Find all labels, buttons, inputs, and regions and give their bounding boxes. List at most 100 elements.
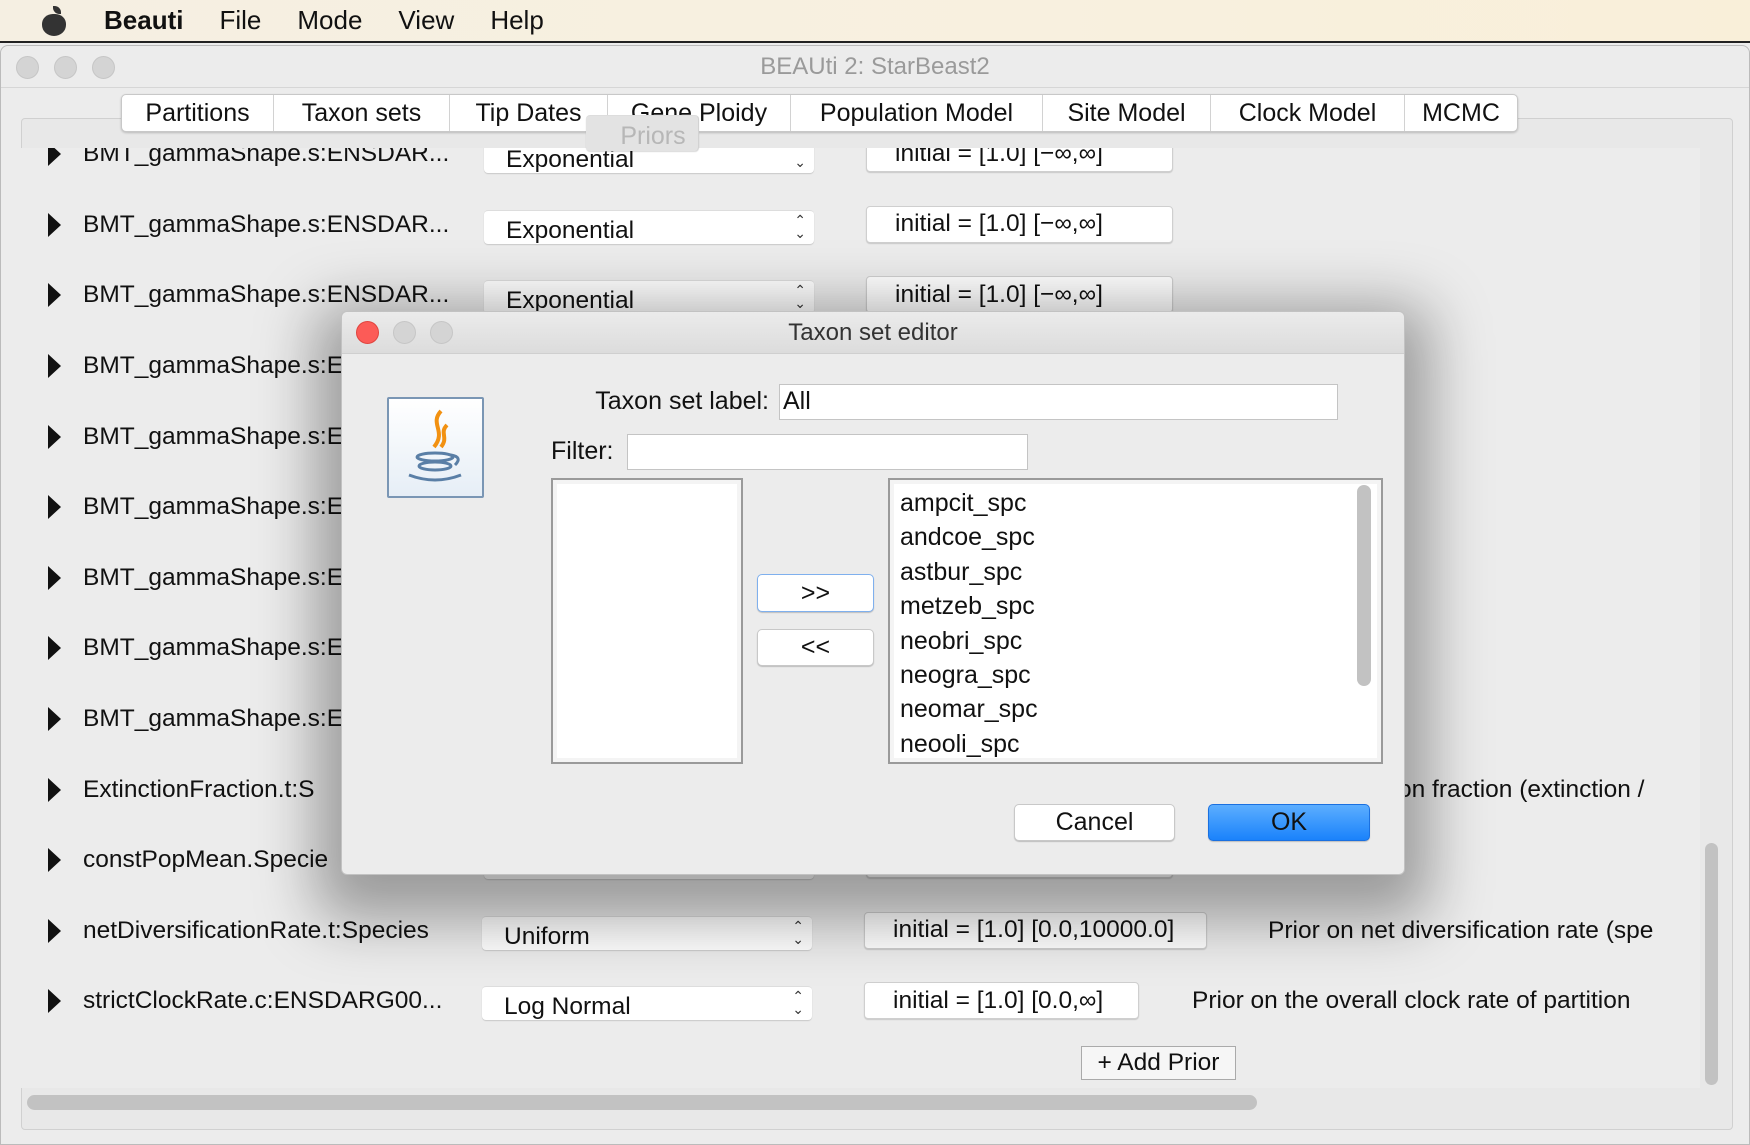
initial-value-button[interactable]: initial = [1.0] [0.0,∞] [864, 982, 1139, 1020]
distribution-select[interactable]: Log Normal ⌃ ⌄ [482, 986, 812, 1021]
taxon-list-item[interactable]: neogra_spc [892, 658, 1381, 692]
close-icon[interactable] [16, 56, 39, 79]
add-prior-button[interactable]: + Add Prior [1081, 1046, 1236, 1080]
select-arrows-icon: ⌃⌄ [794, 282, 806, 312]
expand-triangle-icon[interactable] [48, 848, 61, 873]
distribution-select[interactable]: Exponential ⌃ ⌄ [484, 148, 814, 173]
zoom-icon[interactable] [92, 56, 115, 79]
distribution-value: Uniform [504, 922, 590, 950]
taxon-list-item[interactable]: neooli_spc [892, 727, 1381, 761]
java-icon [387, 397, 484, 498]
taxon-list-item[interactable]: neobri_spc [892, 624, 1381, 658]
select-arrows-icon: ⌃⌄ [794, 211, 806, 241]
ok-button[interactable]: OK [1208, 804, 1370, 841]
expand-triangle-icon[interactable] [48, 707, 61, 732]
prior-label: BMT_gammaShape.s:E [83, 563, 344, 591]
select-arrows-icon: ⌃⌄ [794, 148, 806, 170]
expand-triangle-icon[interactable] [48, 918, 61, 943]
distribution-select[interactable]: Exponential ⌃ ⌄ [484, 280, 814, 315]
taxon-list-item[interactable]: ampcit_spc [892, 486, 1381, 520]
list-scrollbar[interactable] [1357, 485, 1371, 686]
prior-label: BMT_gammaShape.s:E [83, 422, 344, 450]
expand-triangle-icon[interactable] [48, 565, 61, 590]
prior-label: constPopMean.Specie [83, 846, 329, 874]
taxon-list-item[interactable]: metzeb_spc [892, 589, 1381, 623]
prior-description: Prior on net diversification rate (spe [1268, 916, 1654, 944]
expand-triangle-icon[interactable] [48, 354, 61, 379]
prior-description: Prior on the overall clock rate of parti… [1192, 987, 1631, 1015]
expand-triangle-icon[interactable] [48, 283, 61, 308]
taxon-list-item[interactable]: neomar_spc [892, 692, 1381, 726]
tab-population-model[interactable]: Population Model [791, 95, 1043, 131]
prior-label: netDiversificationRate.t:Species [83, 916, 429, 944]
initial-value-button[interactable]: initial = [1.0] [−∞,∞] [866, 205, 1173, 243]
select-arrows-icon: ⌃⌄ [792, 988, 804, 1018]
horizontal-scrollbar[interactable] [27, 1095, 1257, 1110]
expand-triangle-icon[interactable] [48, 212, 61, 237]
taxon-list-item[interactable]: astbur_spc [892, 555, 1381, 589]
filter-input[interactable] [627, 434, 1028, 470]
prior-description: on fraction (extinction / [1398, 775, 1645, 803]
expand-triangle-icon[interactable] [48, 777, 61, 802]
tab-tip-dates[interactable]: Tip Dates [450, 95, 608, 131]
taxon-list-item[interactable]: andcoe_spc [892, 520, 1381, 554]
distribution-value: Log Normal [504, 993, 631, 1021]
tab-clock-model[interactable]: Clock Model [1211, 95, 1405, 131]
tab-mcmc[interactable]: MCMC [1405, 95, 1517, 131]
filter-caption: Filter: [551, 437, 614, 465]
remove-taxa-button[interactable]: << [757, 629, 874, 666]
prior-label: strictClockRate.c:ENSDARG00... [83, 987, 443, 1015]
tab-bar: Partitions Taxon sets Tip Dates Gene Plo… [121, 94, 1518, 151]
minimize-icon[interactable] [54, 56, 77, 79]
tab-taxon-sets[interactable]: Taxon sets [274, 95, 450, 131]
menu-app[interactable]: Beauti [104, 5, 183, 36]
taxon-set-editor-dialog: Taxon set editor Taxon set label: All Fi… [341, 311, 1405, 875]
prior-label: BMT_gammaShape.s:ENSDAR... [83, 281, 450, 309]
tab-priors[interactable]: Priors [586, 115, 699, 151]
prior-label: BMT_gammaShape.s:E [83, 352, 344, 380]
apple-icon[interactable] [38, 5, 78, 36]
prior-label: BMT_gammaShape.s:E [83, 634, 344, 662]
prior-row: BMT_gammaShape.s:ENSDAR... Exponential ⌃ ⌄ i… [20, 190, 1700, 261]
select-arrows-icon: ⌃⌄ [792, 917, 804, 947]
tab-site-model[interactable]: Site Model [1043, 95, 1211, 131]
expand-triangle-icon[interactable] [48, 636, 61, 661]
close-icon[interactable] [356, 321, 379, 344]
vertical-scrollbar[interactable] [1705, 843, 1718, 1085]
prior-label: BMT_gammaShape.s:E [83, 705, 344, 733]
excluded-taxa-list[interactable] [551, 478, 743, 764]
initial-value-button[interactable]: initial = [1.0] [0.0,10000.0] [864, 911, 1207, 949]
minimize-icon [393, 321, 416, 344]
expand-triangle-icon[interactable] [48, 495, 61, 520]
included-taxa-list[interactable]: ampcit_spc andcoe_spc astbur_spc metzeb_spc… [888, 478, 1383, 764]
window-controls [16, 56, 115, 79]
distribution-select[interactable]: Uniform ⌃ ⌄ [482, 915, 812, 950]
distribution-value: Exponential [506, 216, 635, 244]
dialog-title: Taxon set editor [788, 318, 958, 346]
menu-view[interactable]: View [398, 5, 454, 36]
zoom-icon [430, 321, 453, 344]
menu-bar: Beauti File Mode View Help [0, 0, 1750, 43]
menu-help[interactable]: Help [490, 5, 543, 36]
prior-row: netDiversificationRate.t:Species Uniform ⌃… [20, 896, 1700, 967]
initial-value-button[interactable]: initial = [1.0] [−∞,∞] [866, 148, 1173, 172]
prior-label: BMT_gammaShape.s:ENSDAR... [83, 148, 450, 168]
add-taxa-button[interactable]: >> [757, 574, 874, 612]
menu-mode[interactable]: Mode [297, 5, 362, 36]
taxon-set-label-input[interactable]: All [779, 384, 1338, 420]
window-title: BEAUti 2: StarBeast2 [760, 52, 990, 80]
distribution-select[interactable]: Exponential ⌃ ⌄ [484, 209, 814, 244]
prior-row: strictClockRate.c:ENSDARG00... Log Normal… [20, 966, 1700, 1037]
menu-file[interactable]: File [219, 5, 261, 36]
prior-label: ExtinctionFraction.t:S [83, 775, 315, 803]
prior-label: BMT_gammaShape.s:E [83, 493, 344, 521]
tab-partitions[interactable]: Partitions [122, 95, 274, 131]
expand-triangle-icon[interactable] [48, 424, 61, 449]
cancel-button[interactable]: Cancel [1014, 804, 1175, 841]
expand-triangle-icon[interactable] [48, 989, 61, 1014]
prior-row: BMT_gammaShape.s:ENSDAR... Exponential ⌃ ⌄ i… [20, 148, 1700, 190]
taxon-set-label-caption: Taxon set label: [595, 387, 769, 415]
initial-value-button[interactable]: initial = [1.0] [−∞,∞] [866, 276, 1173, 314]
expand-triangle-icon[interactable] [48, 148, 61, 167]
dialog-window-controls [356, 321, 453, 344]
